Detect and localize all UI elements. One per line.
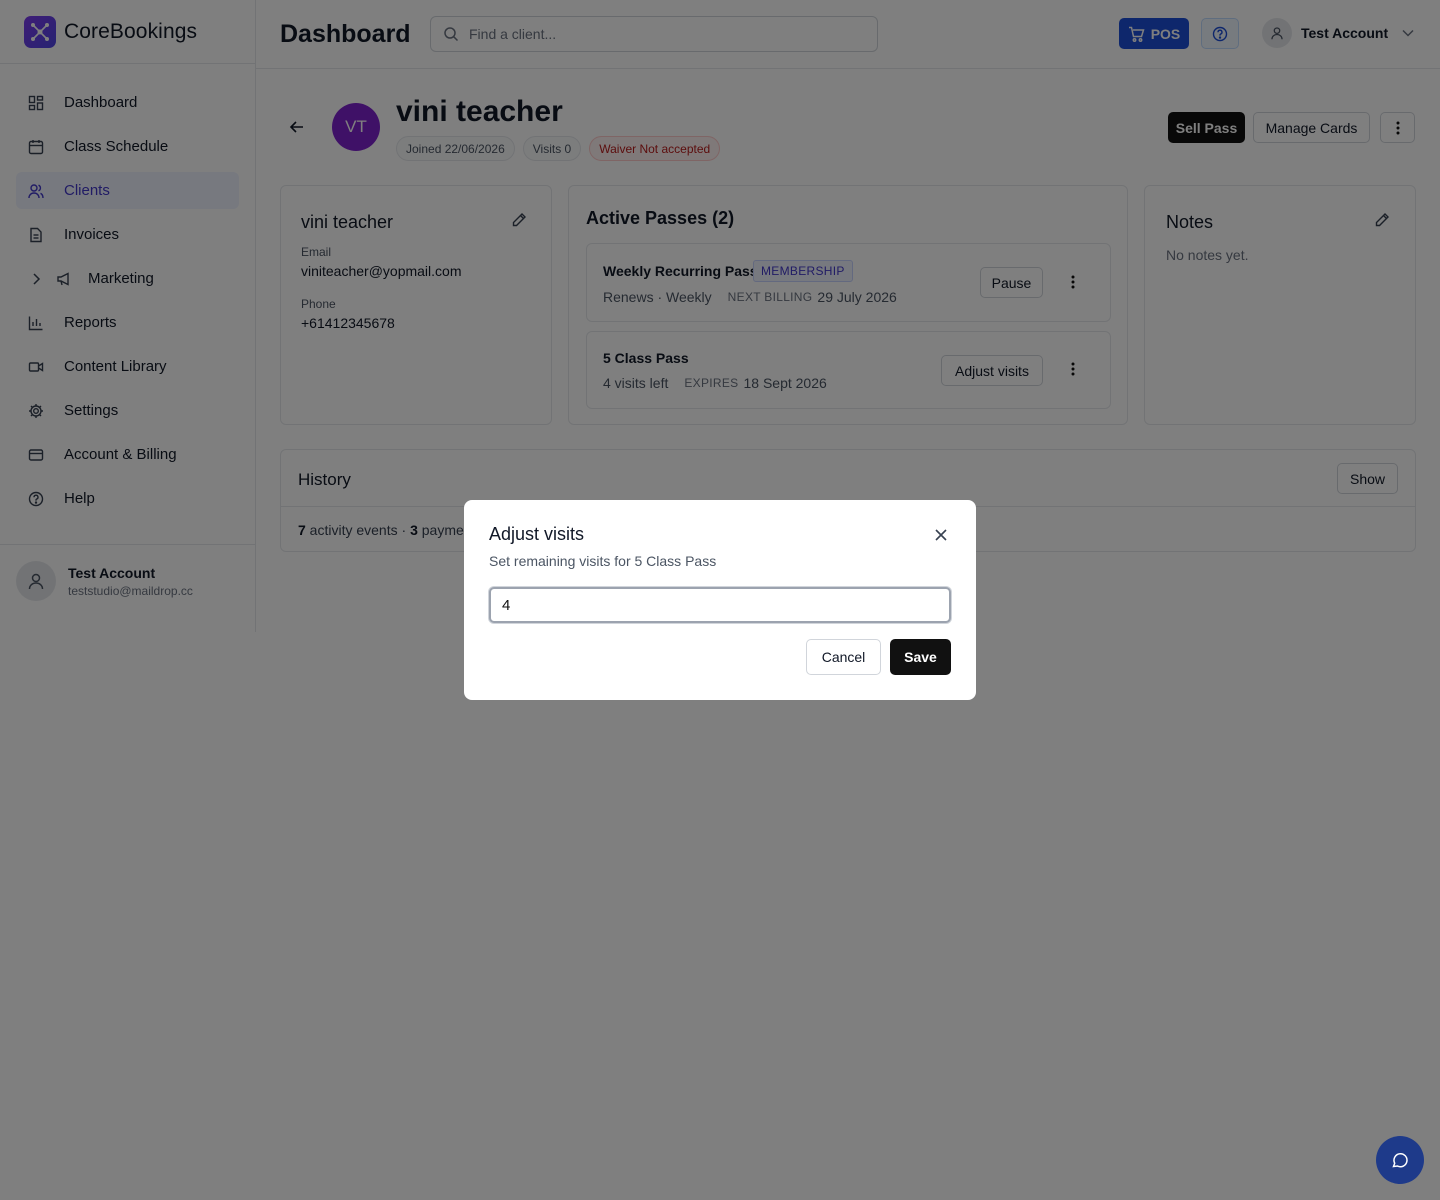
save-button[interactable]: Save <box>890 639 951 675</box>
cancel-button[interactable]: Cancel <box>806 639 881 675</box>
close-icon[interactable] <box>934 528 948 542</box>
chat-launcher-button[interactable] <box>1376 1136 1424 1184</box>
modal-backdrop[interactable]: Adjust visits Set remaining visits for 5… <box>0 0 1440 1200</box>
chat-bubble-icon <box>1392 1153 1408 1168</box>
remaining-visits-input[interactable] <box>489 587 951 623</box>
dialog-title: Adjust visits <box>489 524 585 544</box>
adjust-visits-dialog: Adjust visits Set remaining visits for 5… <box>464 500 976 700</box>
dialog-subtitle: Set remaining visits for 5 Class Pass <box>489 553 717 569</box>
